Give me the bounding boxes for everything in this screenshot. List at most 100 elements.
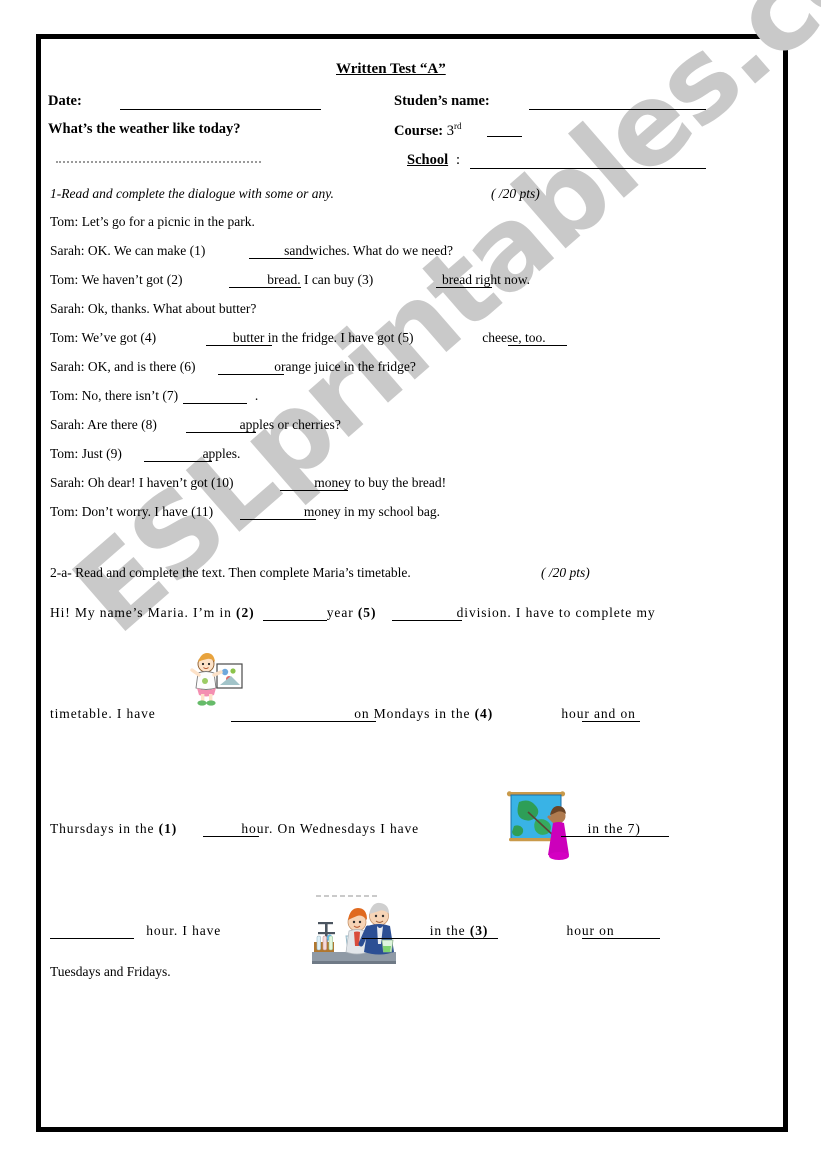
dialogue-speaker: Tom: <box>50 214 79 229</box>
answer-blank-3[interactable] <box>436 287 492 288</box>
dialogue-line: Sarah: Oh dear! I haven’t got (10) money… <box>50 476 446 490</box>
text-blank-subject-monday[interactable] <box>231 721 376 722</box>
paragraph-text: hour. On Wednesdays I have <box>241 821 420 836</box>
dialogue-text-after-blank: cheese, too. <box>482 330 546 345</box>
dialogue-text: Let’s go for a picnic in the park. <box>81 214 255 229</box>
dialogue-text-after-blank: apples. <box>202 446 241 461</box>
paragraph-text: year <box>326 605 354 620</box>
paragraph-text: Hi! My name’s Maria. I’m in <box>50 605 232 620</box>
blank-number: (5) <box>357 605 377 620</box>
dialogue-text-after-blank: sandwiches. What do we need? <box>284 243 453 258</box>
blank-number: (1) <box>158 821 178 836</box>
answer-blank-10[interactable] <box>280 490 348 491</box>
dialogue-speaker: Tom: <box>50 330 79 345</box>
paragraph-text: hour. I have <box>146 923 222 938</box>
paragraph-text: Thursdays in the <box>50 821 155 836</box>
dialogue-text-before-blank: Don’t worry. I have (11) <box>81 504 214 519</box>
dialogue-line: Tom: Just (9) apples. <box>50 447 240 461</box>
answer-blank-2[interactable] <box>229 287 301 288</box>
dialogue-line: Sarah: Are there (8) apples or cherries? <box>50 418 341 432</box>
blank-number: (3) <box>469 923 489 938</box>
dialogue-line: Tom: No, there isn’t (7) . <box>50 389 258 403</box>
text-blank-5[interactable] <box>392 620 462 621</box>
paragraph-text: hour on <box>566 923 615 938</box>
worksheet-content: Written Test “A” Date: What’s the weathe… <box>36 34 788 1132</box>
dialogue-line: Tom: Let’s go for a picnic in the park. <box>50 215 255 229</box>
dialogue-speaker: Sarah: <box>50 359 85 374</box>
dialogue-text-before-blank: No, there isn’t (7) <box>81 388 179 403</box>
exercise1-points: ( /20 pts) <box>491 186 540 201</box>
exercise1-instruction: 1-Read and complete the dialogue with so… <box>50 186 334 201</box>
dialogue-line: Tom: We haven’t got (2) bread. I can buy… <box>50 273 530 287</box>
page-title: Written Test “A” <box>336 61 446 77</box>
dialogue-text-after-blank: money to buy the bread! <box>314 475 447 490</box>
paragraph-text: on Mondays in the <box>354 706 471 721</box>
dialogue-text-after-blank: orange juice in the fridge? <box>274 359 416 374</box>
text-paragraph-line-final: Tuesdays and Fridays. <box>50 964 171 979</box>
paragraph-text: timetable. I have <box>50 706 156 721</box>
dialogue-line: Tom: We’ve got (4) butter in the fridge.… <box>50 331 546 345</box>
answer-blank-6[interactable] <box>218 374 284 375</box>
answer-blank-11[interactable] <box>240 519 316 520</box>
dialogue-speaker: Sarah: <box>50 243 85 258</box>
dialogue-text-before-blank: OK, and is there (6) <box>87 359 196 374</box>
course-ordinal-suffix: rd <box>454 121 462 131</box>
dialogue-line: Sarah: OK, and is there (6) orange juice… <box>50 360 416 374</box>
weather-question: What’s the weather like today? <box>48 121 241 137</box>
course-label-text: Course: <box>394 122 444 139</box>
dialogue-text-after-blank: money in my school bag. <box>303 504 441 519</box>
blank-number: (4) <box>474 706 494 721</box>
paragraph-text: division. I have to complete my <box>456 605 656 620</box>
dialogue-text-before-blank: Just (9) <box>81 446 122 461</box>
dialogue-speaker: Sarah: <box>50 475 85 490</box>
course-input-line[interactable] <box>487 136 522 137</box>
dialogue-speaker: Tom: <box>50 446 79 461</box>
answer-blank-7[interactable] <box>183 403 247 404</box>
dialogue-text-after-blank: . <box>254 388 259 403</box>
dialogue-speaker: Tom: <box>50 504 79 519</box>
text-blank-2[interactable] <box>263 620 327 621</box>
dialogue-text-before-blank: We haven’t got (2) <box>81 272 183 287</box>
text-blank-subject-tuesday-friday[interactable] <box>362 938 498 939</box>
paragraph-text: in the <box>429 923 466 938</box>
dialogue-text-before-blank: We’ve got (4) <box>81 330 157 345</box>
answer-blank-8[interactable] <box>186 432 256 433</box>
answer-blank-5[interactable] <box>508 345 567 346</box>
text-blank-1[interactable] <box>203 836 259 837</box>
text-paragraph-line: Thursdays in the (1) hour. On Wednesdays… <box>50 822 641 836</box>
dialogue-text: Ok, thanks. What about butter? <box>87 301 257 316</box>
text-paragraph-line: hour. I have in the (3) hour on <box>50 924 614 938</box>
text-blank-3[interactable] <box>582 938 660 939</box>
text-blank-hour-open[interactable] <box>50 938 134 939</box>
text-paragraph-line: Hi! My name’s Maria. I’m in (2) year (5)… <box>50 606 656 620</box>
date-label: Date: <box>48 93 82 109</box>
dialogue-line: Tom: Don’t worry. I have (11) money in m… <box>50 505 440 519</box>
text-paragraph-line: timetable. I have on Mondays in the (4) … <box>50 707 636 721</box>
exercise2-instruction: 2-a- Read and complete the text. Then co… <box>50 565 411 580</box>
dialogue-speaker: Sarah: <box>50 301 85 316</box>
text-blank-subject-wednesday[interactable] <box>561 836 669 837</box>
dialogue-text-mid: butter in the fridge. I have got (5) <box>232 330 414 345</box>
answer-blank-9[interactable] <box>144 461 212 462</box>
dialogue-text-mid: bread. I can buy (3) <box>267 272 374 287</box>
dialogue-speaker: Sarah: <box>50 417 85 432</box>
exercise2-points: ( /20 pts) <box>541 565 590 580</box>
dialogue-text-before-blank: Are there (8) <box>87 417 157 432</box>
school-label: School <box>407 152 449 168</box>
course-label: Course: 3rd <box>394 121 462 140</box>
answer-blank-1[interactable] <box>249 258 313 259</box>
student-name-input-line[interactable] <box>529 109 706 110</box>
answer-blank-4[interactable] <box>206 345 272 346</box>
school-input-line[interactable] <box>470 168 706 169</box>
dialogue-line: Sarah: OK. We can make (1) sandwiches. W… <box>50 244 453 258</box>
dialogue-speaker: Tom: <box>50 388 79 403</box>
date-input-line[interactable] <box>120 109 321 110</box>
dialogue-text-before-blank: Oh dear! I haven’t got (10) <box>87 475 234 490</box>
paragraph-text: hour and on <box>561 706 636 721</box>
text-blank-4[interactable] <box>582 721 640 722</box>
dialogue-speaker: Tom: <box>50 272 79 287</box>
school-colon: : <box>456 152 461 168</box>
blank-number: (2) <box>236 605 255 620</box>
dialogue-line: Sarah: Ok, thanks. What about butter? <box>50 302 256 316</box>
weather-answer-line[interactable] <box>56 161 261 163</box>
